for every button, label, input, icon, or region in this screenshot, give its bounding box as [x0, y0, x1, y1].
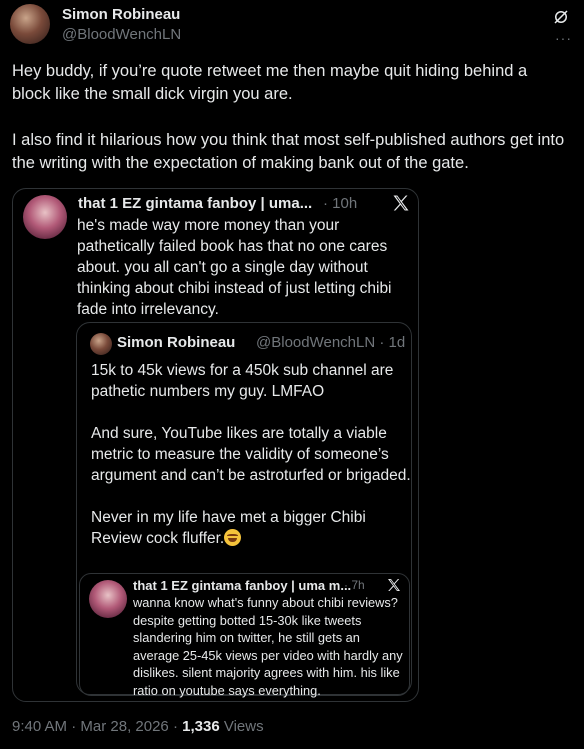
author-avatar[interactable]: [10, 4, 50, 44]
deep-author-avatar[interactable]: [89, 580, 127, 618]
nested-paragraph: And sure, YouTube likes are totally a vi…: [91, 425, 411, 484]
rolling-on-floor-laughing-emoji: [224, 529, 242, 546]
deep-text: wanna know what's funny about chibi revi…: [133, 595, 403, 698]
nested-quoted-tweet[interactable]: Simon Robineau @BloodWenchLN · 1d 15k to…: [76, 322, 412, 698]
author-name[interactable]: Simon Robineau: [62, 6, 180, 23]
nested-paragraph: 15k to 45k views for a 450k sub channel …: [91, 362, 394, 400]
deep-time: · 7h: [344, 578, 365, 592]
x-logo-icon: [393, 195, 409, 211]
tweet-time[interactable]: 9:40 AM: [12, 718, 67, 735]
more-icon[interactable]: ···: [555, 30, 572, 46]
separator: ·: [168, 718, 183, 735]
views-label: Views: [219, 718, 264, 735]
tweet-header: Simon Robineau @BloodWenchLN ···: [10, 4, 574, 48]
separator: ·: [67, 718, 81, 735]
views-count: 1,336: [182, 718, 220, 735]
tweet-meta: 9:40 AM · Mar 28, 2026 · 1,336 Views: [12, 718, 264, 735]
nested-author-avatar[interactable]: [90, 333, 112, 355]
quoted-text: he's made way more money than your pathe…: [77, 217, 392, 318]
quoted-author-avatar[interactable]: [23, 195, 67, 239]
quoted-time: · 10h: [323, 195, 358, 212]
nested-paragraph-last: Never in my life have met a bigger Chibi…: [91, 507, 411, 549]
tweet-body: Hey buddy, if you’re quote retweet me th…: [12, 60, 568, 175]
deep-quoted-tweet[interactable]: that 1 EZ gintama fanboy | uma m... · 7h…: [79, 573, 410, 698]
grok-icon[interactable]: [552, 8, 570, 26]
nested-author-handle: @BloodWenchLN · 1d: [256, 334, 406, 351]
author-handle[interactable]: @BloodWenchLN: [62, 26, 181, 43]
deep-author-name[interactable]: that 1 EZ gintama fanboy | uma m...: [133, 578, 351, 593]
tweet-date[interactable]: Mar 28, 2026: [80, 718, 168, 735]
nested-text: 15k to 45k views for a 450k sub channel …: [91, 360, 411, 549]
x-logo-icon: [388, 579, 400, 591]
nested-author-name[interactable]: Simon Robineau: [117, 334, 235, 351]
quoted-author-name[interactable]: that 1 EZ gintama fanboy | uma...: [78, 195, 312, 212]
quoted-tweet[interactable]: that 1 EZ gintama fanboy | uma... · 10h …: [12, 188, 419, 702]
tweet-paragraph: I also find it hilarious how you think t…: [12, 131, 565, 172]
tweet-paragraph: Hey buddy, if you’re quote retweet me th…: [12, 62, 528, 103]
